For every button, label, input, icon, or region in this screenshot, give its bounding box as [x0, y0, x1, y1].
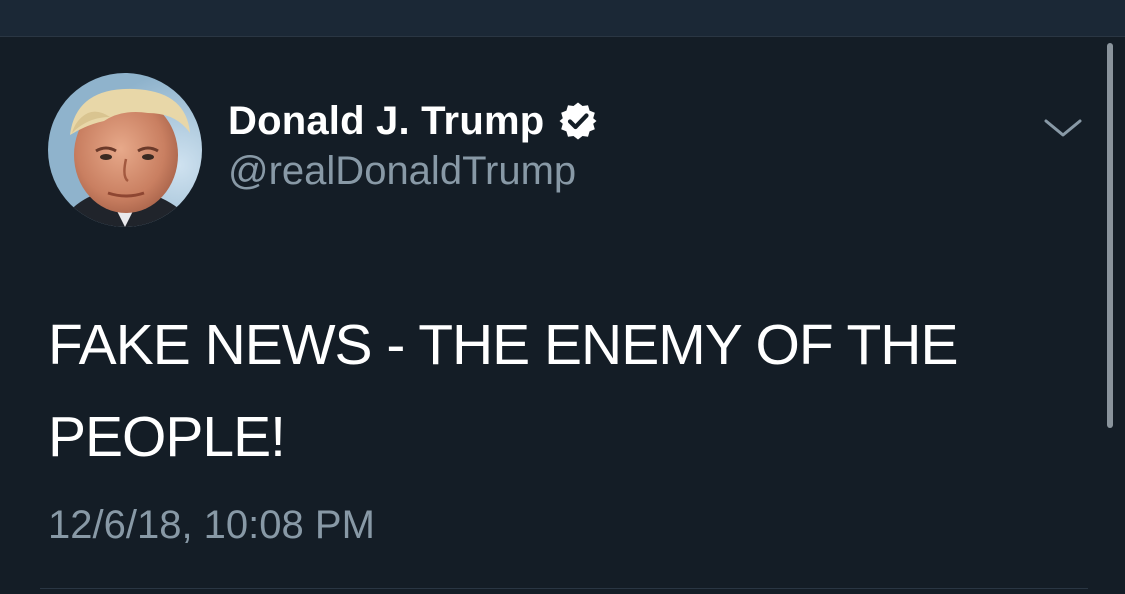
scrollbar[interactable]	[1107, 43, 1113, 428]
author-row[interactable]: Donald J. Trump	[228, 95, 598, 147]
tweet-card: Donald J. Trump @realDonaldTrump FAKE NE…	[0, 37, 1125, 594]
avatar[interactable]	[48, 73, 202, 227]
tweet-text: FAKE NEWS - THE ENEMY OF THE PEOPLE!	[48, 313, 959, 469]
top-bar	[0, 0, 1125, 37]
verified-badge-icon	[558, 101, 598, 141]
chevron-down-icon[interactable]	[1040, 113, 1086, 143]
profile-photo	[48, 73, 202, 227]
divider	[40, 588, 1088, 589]
display-name[interactable]: Donald J. Trump	[228, 99, 544, 144]
handle[interactable]: @realDonaldTrump	[228, 149, 576, 194]
timestamp[interactable]: 12/6/18, 10:08 PM	[48, 503, 375, 548]
